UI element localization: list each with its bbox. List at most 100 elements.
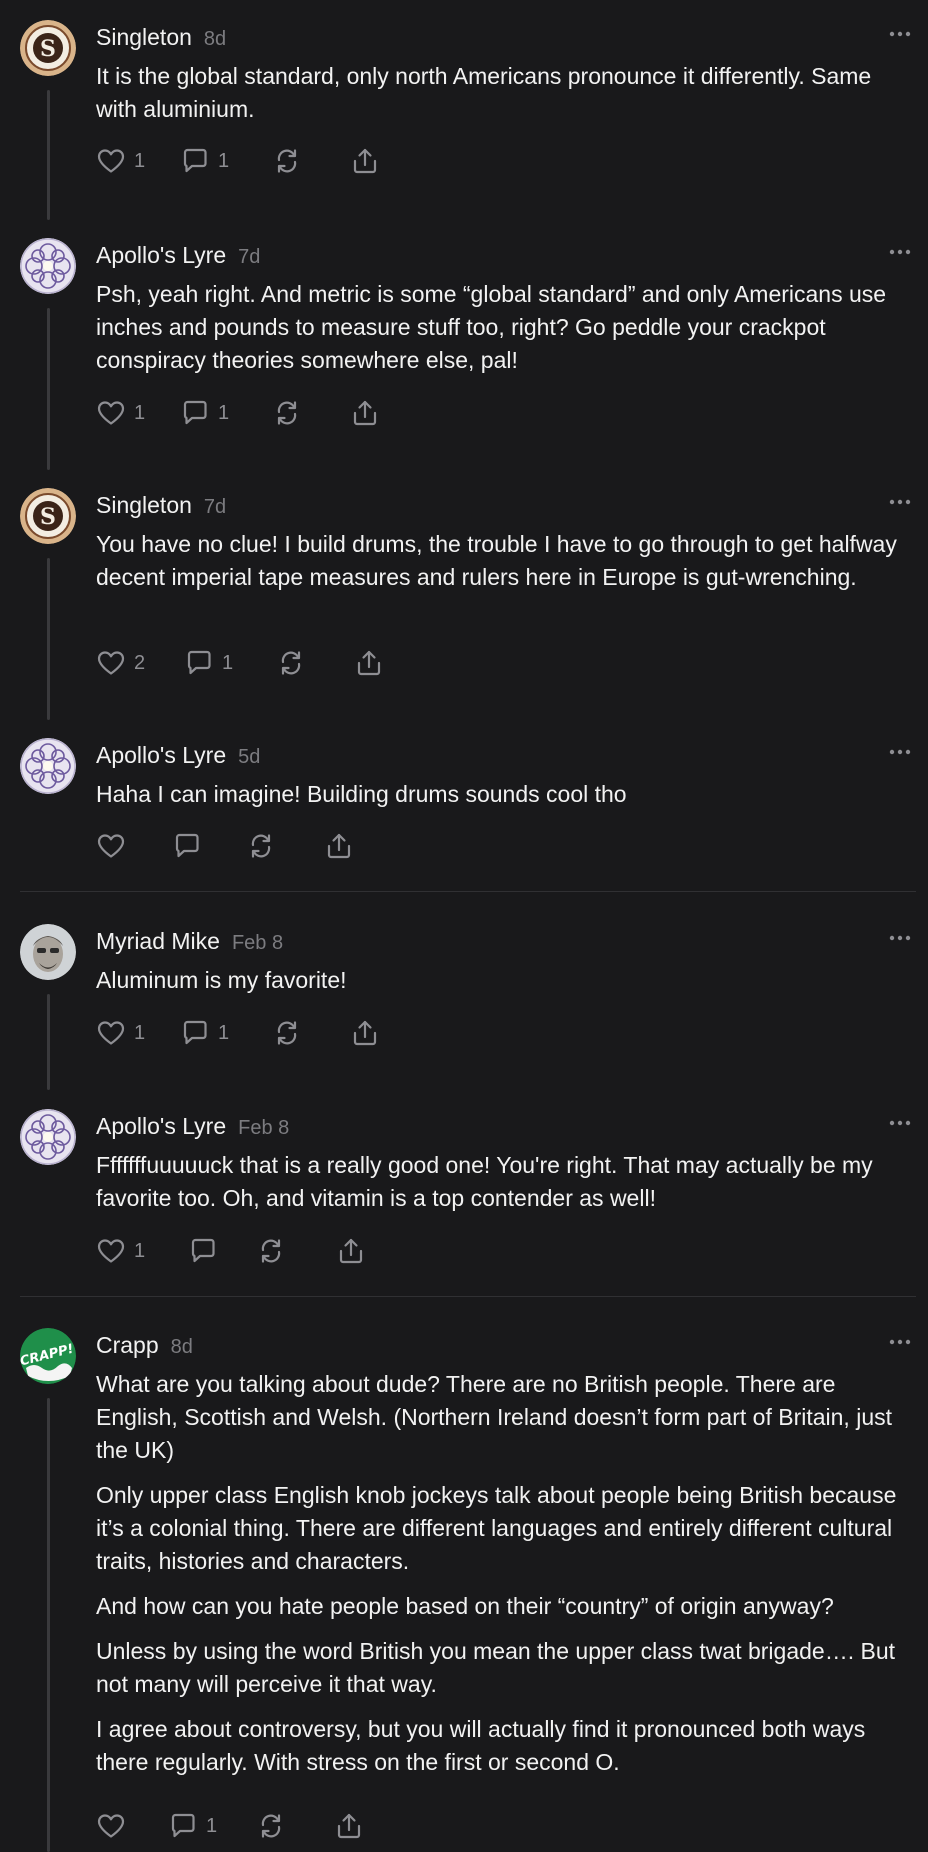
like-button[interactable]: 1: [96, 1235, 145, 1267]
repost-button[interactable]: [272, 145, 302, 177]
post-paragraph: Psh, yeah right. And metric is some “glo…: [96, 281, 887, 373]
reply-post: Apollo's Lyre 7d Psh, yeah right. And met…: [0, 238, 928, 470]
share-button[interactable]: [334, 1810, 364, 1842]
avatar[interactable]: CRAPP!: [20, 1328, 76, 1384]
repost-button[interactable]: [272, 397, 302, 429]
share-icon: [353, 400, 377, 426]
mandala-avatar-icon: [20, 738, 76, 794]
more-options-icon[interactable]: [888, 742, 912, 762]
reply-button[interactable]: 1: [180, 145, 229, 177]
post-body: It is the global standard, only north Am…: [96, 60, 906, 138]
reply-post: Apollo's Lyre Feb 8 Fffffffuuuuuck that i…: [0, 1109, 928, 1289]
post-actions: 1: [96, 1810, 396, 1842]
like-button[interactable]: 1: [96, 1017, 145, 1049]
repost-button[interactable]: [256, 1810, 286, 1842]
author-name[interactable]: Singleton: [96, 24, 192, 50]
thread-line: [47, 1398, 50, 1852]
comment-icon: [175, 833, 199, 858]
post-body: You have no clue! I build drums, the tro…: [96, 528, 906, 606]
s-logo-avatar-icon: S: [20, 488, 76, 544]
avatar[interactable]: [20, 1109, 76, 1165]
post-time: 8d: [170, 1336, 193, 1358]
reply-button[interactable]: 1: [168, 1810, 217, 1842]
reply-count: 1: [218, 149, 230, 172]
more-options-icon[interactable]: [888, 1332, 912, 1352]
post-paragraph: What are you talking about dude? There a…: [96, 1371, 893, 1463]
share-button[interactable]: [350, 145, 380, 177]
share-button[interactable]: [324, 830, 354, 862]
s-logo-avatar-icon: S: [20, 20, 76, 76]
more-options-icon[interactable]: [888, 928, 912, 948]
reply-count: 1: [218, 401, 230, 424]
post-actions: 2 1: [96, 647, 396, 679]
mandala-avatar-icon: [20, 238, 76, 294]
repost-button[interactable]: [256, 1235, 286, 1267]
reply-button[interactable]: [172, 830, 202, 862]
like-button[interactable]: [96, 1810, 126, 1842]
more-options-icon[interactable]: [888, 242, 912, 262]
like-button[interactable]: 1: [96, 397, 145, 429]
more-options-icon[interactable]: [888, 24, 912, 44]
share-icon: [337, 1813, 361, 1839]
author-name[interactable]: Singleton: [96, 492, 192, 518]
svg-text:S: S: [40, 504, 56, 530]
avatar[interactable]: [20, 238, 76, 294]
like-button[interactable]: [96, 830, 126, 862]
like-count: 1: [134, 149, 146, 172]
repost-button[interactable]: [272, 1017, 302, 1049]
author-name[interactable]: Apollo's Lyre: [96, 1113, 226, 1139]
author-name[interactable]: Apollo's Lyre: [96, 242, 226, 268]
comment-icon: [191, 1238, 215, 1263]
post-time: 8d: [203, 28, 227, 50]
like-button[interactable]: 2: [96, 647, 145, 679]
share-button[interactable]: [354, 647, 384, 679]
share-icon: [353, 1020, 377, 1046]
reply-post: Myriad Mike Feb 8 Aluminum is my favorite…: [0, 924, 928, 1090]
post-time: Feb 8: [231, 932, 284, 954]
more-options-icon[interactable]: [888, 1113, 912, 1133]
post-paragraph: You have no clue! I build drums, the tro…: [96, 531, 897, 590]
post-paragraph: Aluminum is my favorite!: [96, 967, 347, 993]
repost-icon: [261, 1239, 281, 1263]
thread-line: [47, 558, 50, 720]
post-paragraph: And how can you hate people based on the…: [96, 1593, 834, 1619]
avatar[interactable]: [20, 924, 76, 980]
avatar[interactable]: [20, 738, 76, 794]
avatar[interactable]: S: [20, 488, 76, 544]
comment-icon: [183, 148, 207, 173]
post-time: 7d: [238, 246, 261, 268]
heart-icon: [97, 1021, 125, 1045]
post-paragraph: Haha I can imagine! Building drums sound…: [96, 781, 627, 807]
heart-icon: [97, 149, 125, 173]
post-time: Feb 8: [238, 1117, 290, 1139]
share-button[interactable]: [350, 397, 380, 429]
post-body: Haha I can imagine! Building drums sound…: [96, 778, 906, 823]
repost-icon: [251, 834, 271, 858]
post-time: 5d: [238, 746, 261, 768]
thread-line: [47, 994, 50, 1090]
share-button[interactable]: [336, 1235, 366, 1267]
post-body: Fffffffuuuuuck that is a really good one…: [96, 1149, 906, 1227]
reply-button[interactable]: [188, 1235, 218, 1267]
reply-feed: S Singleton 8d It is the global standard,…: [0, 0, 928, 1852]
repost-icon: [261, 1814, 281, 1838]
avatar[interactable]: S: [20, 20, 76, 76]
post-paragraph: Only upper class English knob jockeys ta…: [96, 1482, 897, 1574]
reply-button[interactable]: 1: [184, 647, 233, 679]
post-body: Psh, yeah right. And metric is some “glo…: [96, 278, 906, 389]
author-name[interactable]: Myriad Mike: [96, 928, 220, 954]
post-time: 7d: [203, 496, 227, 518]
author-name[interactable]: Apollo's Lyre: [96, 742, 226, 768]
more-options-icon[interactable]: [888, 492, 912, 512]
author-name[interactable]: Crapp: [96, 1332, 159, 1358]
repost-button[interactable]: [276, 647, 306, 679]
reply-button[interactable]: 1: [180, 397, 229, 429]
reply-post: S Singleton 7d You have no clue! I build …: [0, 488, 928, 720]
like-count: 1: [134, 1021, 146, 1044]
like-button[interactable]: 1: [96, 145, 145, 177]
reply-button[interactable]: 1: [180, 1017, 229, 1049]
comment-icon: [187, 650, 211, 675]
comment-icon: [183, 1020, 207, 1045]
share-button[interactable]: [350, 1017, 380, 1049]
repost-button[interactable]: [246, 830, 276, 862]
